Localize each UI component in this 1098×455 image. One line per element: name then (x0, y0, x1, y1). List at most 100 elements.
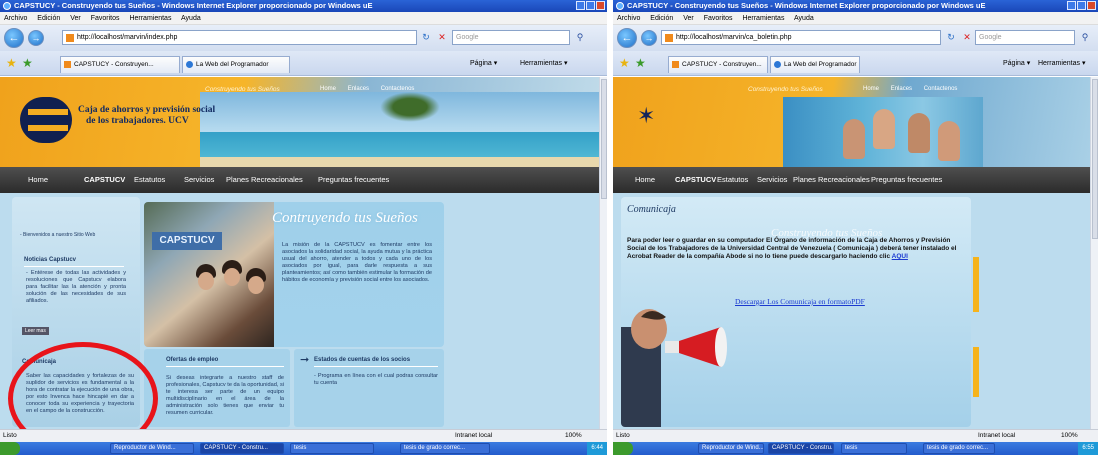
top-link-home[interactable]: Home (320, 86, 336, 92)
status-text: Listo (616, 432, 630, 439)
site-header: Construyendo tus Sueños Home Enlaces Con… (0, 77, 599, 167)
tool-herramientas[interactable]: Herramientas ▾ (520, 56, 567, 71)
taskbar-media-player[interactable]: Reproductor de Wind... (698, 443, 764, 454)
yellow-accent-bar (973, 257, 979, 312)
start-button[interactable] (613, 442, 633, 455)
close-button[interactable] (1087, 1, 1096, 10)
page-viewport: Construyendo tus Sueños Home Enlaces Con… (0, 77, 599, 429)
nav-preguntas-frecuentes[interactable]: Preguntas frecuentes (318, 167, 389, 193)
menu-herramientas[interactable]: Herramientas (129, 15, 171, 22)
ie-icon (3, 2, 11, 10)
minimize-button[interactable] (576, 1, 585, 10)
close-button[interactable] (596, 1, 605, 10)
palm-image (380, 92, 440, 122)
menu-archivo[interactable]: Archivo (4, 15, 27, 22)
taskbar-tesis-grado[interactable]: tesis de grado correc... (923, 443, 995, 454)
search-input[interactable]: Google (452, 30, 570, 45)
nav-estatutos[interactable]: Estatutos (717, 167, 748, 193)
aqui-link[interactable]: AQUI (892, 253, 908, 260)
address-field[interactable]: http://localhost/marvin/ca_boletin.php (661, 30, 941, 45)
nav-capstucv[interactable]: CAPSTUCV (675, 167, 716, 193)
taskbar-capstucv[interactable]: CAPSTUCY - Constru... (768, 443, 834, 454)
top-link-home[interactable]: Home (863, 86, 879, 92)
menu-edicion[interactable]: Edición (37, 15, 60, 22)
menu-edicion[interactable]: Edición (650, 15, 673, 22)
top-link-contactenos[interactable]: Contactenos (924, 86, 958, 92)
add-favorite-icon[interactable]: ★ (22, 57, 34, 69)
menu-favoritos[interactable]: Favoritos (704, 15, 733, 22)
top-link-contactenos[interactable]: Contactenos (381, 86, 415, 92)
back-button[interactable]: ← (617, 28, 637, 48)
star-logo-icon: ✶ (637, 103, 656, 128)
download-pdf-link[interactable]: Descargar Los Comunicaja en formatoPDF (735, 297, 865, 306)
menu-ver[interactable]: Ver (683, 15, 694, 22)
nav-servicios[interactable]: Servicios (184, 167, 214, 193)
menu-favoritos[interactable]: Favoritos (91, 15, 120, 22)
feature-title: Contruyendo tus Sueños (272, 210, 418, 226)
org-name-line1: Caja de ahorros y previsión social (78, 105, 216, 115)
nav-preguntas-frecuentes[interactable]: Preguntas frecuentes (871, 167, 942, 193)
menu-herramientas[interactable]: Herramientas (742, 15, 784, 22)
leer-mas-button[interactable]: Leer mas (22, 327, 49, 335)
page-viewport: Construyendo tus Sueños Home Enlaces Con… (613, 77, 1090, 429)
tab-label: La Web del Programador (784, 61, 857, 68)
taskbar-tesis[interactable]: tesis (841, 443, 907, 454)
taskbar-capstucv[interactable]: CAPSTUCY - Constru... (200, 443, 284, 454)
forward-button[interactable]: → (641, 30, 657, 46)
top-link-enlaces[interactable]: Enlaces (348, 86, 369, 92)
windows-taskbar: Reproductor de Wind... CAPSTUCY - Constr… (613, 442, 1098, 455)
comunicaja-title: Comunicaja (627, 204, 676, 215)
tab-web-programador[interactable]: La Web del Programador (770, 56, 860, 73)
news-text: - Entérese de todas las actividades y re… (26, 270, 126, 304)
refresh-icon[interactable]: ↻ (945, 31, 957, 43)
restore-button[interactable] (586, 1, 595, 10)
vertical-scrollbar[interactable] (1090, 77, 1098, 429)
tool-pagina[interactable]: Página ▾ (470, 56, 497, 71)
tool-pagina[interactable]: Página ▾ (1003, 56, 1030, 71)
stop-icon[interactable]: ✕ (436, 31, 448, 43)
right-browser-window: CAPSTUCY - Construyendo tus Sueños - Win… (613, 0, 1098, 455)
nav-home[interactable]: Home (28, 167, 48, 193)
menu-archivo[interactable]: Archivo (617, 15, 640, 22)
taskbar-tesis-grado[interactable]: tesis de grado correc... (400, 443, 490, 454)
minimize-button[interactable] (1067, 1, 1076, 10)
tab-capstucv[interactable]: CAPSTUCY - Construyen... (60, 56, 180, 73)
welcome-text: - Bienvenidos a nuestro Sitio Web (20, 232, 96, 238)
favorites-star-icon[interactable]: ★ (619, 57, 631, 69)
nav-servicios[interactable]: Servicios (757, 167, 787, 193)
address-field[interactable]: http://localhost/marvin/index.php (62, 30, 417, 45)
back-button[interactable]: ← (4, 28, 24, 48)
start-button[interactable] (0, 442, 20, 455)
menu-ayuda[interactable]: Ayuda (794, 15, 814, 22)
nav-planes-recreacionales[interactable]: Planes Recreacionales (226, 167, 303, 193)
taskbar-media-player[interactable]: Reproductor de Wind... (110, 443, 194, 454)
restore-button[interactable] (1077, 1, 1086, 10)
search-icon[interactable]: ⚲ (574, 31, 586, 43)
nav-home[interactable]: Home (635, 167, 655, 193)
forward-button[interactable]: → (28, 30, 44, 46)
tab-capstucv[interactable]: CAPSTUCY - Construyen... (668, 56, 768, 73)
vertical-scrollbar[interactable] (599, 77, 607, 429)
address-text: http://localhost/marvin/index.php (77, 34, 178, 41)
menu-ver[interactable]: Ver (70, 15, 81, 22)
window-titlebar[interactable]: CAPSTUCY - Construyendo tus Sueños - Win… (0, 0, 607, 12)
window-titlebar[interactable]: CAPSTUCY - Construyendo tus Sueños - Win… (613, 0, 1098, 12)
search-icon[interactable]: ⚲ (1079, 31, 1091, 43)
search-input[interactable]: Google (975, 30, 1075, 45)
tool-herramientas[interactable]: Herramientas ▾ (1038, 56, 1085, 71)
estados-title[interactable]: Estados de cuentas de los socios (314, 357, 410, 363)
refresh-icon[interactable]: ↻ (420, 31, 432, 43)
stop-icon[interactable]: ✕ (961, 31, 973, 43)
tab-web-programador[interactable]: La Web del Programador (182, 56, 290, 73)
menu-ayuda[interactable]: Ayuda (181, 15, 201, 22)
window-title: CAPSTUCY - Construyendo tus Sueños - Win… (627, 1, 986, 10)
add-favorite-icon[interactable]: ★ (635, 57, 647, 69)
top-link-enlaces[interactable]: Enlaces (891, 86, 912, 92)
nav-estatutos[interactable]: Estatutos (134, 167, 165, 193)
favorites-star-icon[interactable]: ★ (6, 57, 18, 69)
zoom-level[interactable]: 100% (1061, 430, 1078, 442)
nav-planes-recreacionales[interactable]: Planes Recreacionales (793, 167, 870, 193)
zoom-level[interactable]: 100% (565, 430, 582, 442)
nav-capstucv[interactable]: CAPSTUCV (84, 167, 125, 193)
taskbar-tesis[interactable]: tesis (290, 443, 374, 454)
